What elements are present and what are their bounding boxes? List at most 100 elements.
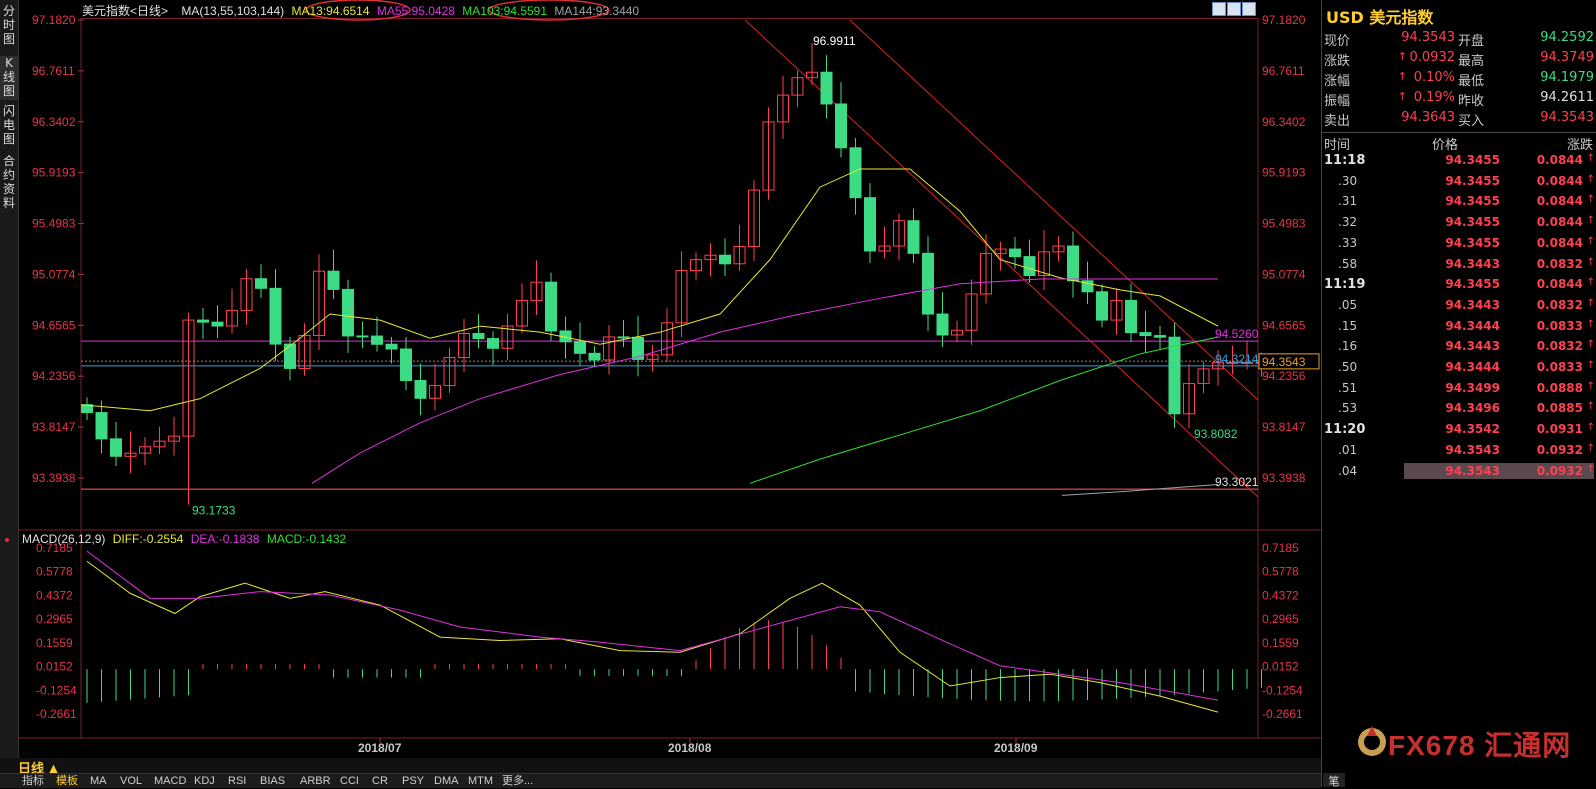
tick-time: 11:19 xyxy=(1324,277,1366,293)
indicator-tab[interactable]: PSY xyxy=(402,774,424,788)
indicator-tab[interactable]: 更多... xyxy=(502,774,533,788)
ma55-line xyxy=(311,278,1218,484)
tick-time: .53 xyxy=(1338,401,1358,416)
indicator-tab[interactable]: MACD xyxy=(154,774,186,788)
period-button[interactable]: 日线 ▲ xyxy=(18,758,59,777)
channel-line-upper xyxy=(849,19,1259,401)
tick-change: 0.0832 xyxy=(1536,339,1583,354)
price-tick-right: 93.8147 xyxy=(1262,420,1306,434)
price-tick-left: 96.7611 xyxy=(32,64,75,78)
candle-down xyxy=(719,254,731,265)
price-tick-left: 93.8147 xyxy=(32,420,76,434)
macd-diff-line xyxy=(86,560,1219,713)
magenta-level-label: 94.5260 xyxy=(1215,327,1259,341)
tick-row[interactable]: .33 94.3455 0.0844 ↑ xyxy=(1322,236,1596,257)
ticks-header-change: 涨跌 xyxy=(1566,138,1593,153)
indicator-tab[interactable]: BIAS xyxy=(260,774,285,788)
tick-change: 0.0844 xyxy=(1536,194,1583,209)
indicator-tab[interactable]: VOL xyxy=(120,774,142,788)
tick-time: .15 xyxy=(1338,318,1358,333)
candle-down xyxy=(414,380,427,399)
tick-row[interactable]: .50 94.3444 0.0833 ↑ xyxy=(1322,360,1596,381)
indicator-bar: 指标 模板 MA VOL MACD KDJ RSI BIAS ARBR CCI CR PSY DMA MT… xyxy=(0,773,1321,788)
tick-price: 94.3496 xyxy=(1445,401,1500,416)
ma144-value: MA144:93.3440 xyxy=(554,4,640,18)
price-tick-right: 95.4983 xyxy=(1262,217,1306,231)
tick-row[interactable]: .32 94.3455 0.0844 ↑ xyxy=(1322,215,1596,236)
tick-row[interactable]: .15 94.3444 0.0833 ↑ xyxy=(1322,319,1596,340)
quote-l2: 最高 xyxy=(1458,54,1485,69)
candle-down xyxy=(356,335,369,338)
quote-row: 涨幅 0.10% ↑ 最低 94.1979 xyxy=(1322,70,1596,90)
blue-level-label: 94.3214 xyxy=(1215,352,1259,366)
indicator-tab[interactable]: CR xyxy=(372,774,388,788)
indicator-tab[interactable]: MTM xyxy=(468,774,493,788)
tick-price: 94.3455 xyxy=(1445,153,1500,167)
tick-time: .50 xyxy=(1338,360,1358,374)
tick-time: .01 xyxy=(1338,442,1358,457)
tick-row[interactable]: .16 94.3443 0.0832 ↑ xyxy=(1322,339,1596,360)
candle-down xyxy=(284,343,296,369)
up-arrow-icon: ↑ xyxy=(1586,442,1595,454)
indicator-tab[interactable]: 模板 xyxy=(56,774,78,788)
candle-down xyxy=(907,220,920,254)
zoom-in-icon[interactable] xyxy=(1212,2,1226,16)
quote-v2: 94.3749 xyxy=(1540,50,1594,65)
price-tick-right: 94.6565 xyxy=(1262,318,1306,332)
low-annotation: 93.1733 xyxy=(192,504,236,518)
tick-change: 0.0833 xyxy=(1536,318,1583,333)
close-icon[interactable] xyxy=(1242,2,1256,16)
candle-down xyxy=(1168,336,1181,415)
tick-time: .16 xyxy=(1338,339,1358,354)
draw-pen-button[interactable]: 笔 xyxy=(1323,773,1345,788)
tick-change: 0.0844 xyxy=(1536,215,1583,230)
indicator-tab[interactable]: 指标 xyxy=(22,774,44,788)
indicator-tab[interactable]: MA xyxy=(90,774,107,788)
candle-down xyxy=(835,103,847,149)
candle-down xyxy=(617,336,630,339)
tick-change: 0.0932 xyxy=(1536,463,1583,478)
tick-row[interactable]: 11:20 94.3542 0.0931 ↑ xyxy=(1322,422,1596,443)
indicator-tab[interactable]: KDJ xyxy=(194,774,215,788)
tick-row[interactable]: .31 94.3455 0.0844 ↑ xyxy=(1322,194,1596,215)
indicator-tab[interactable]: RSI xyxy=(228,774,246,788)
tick-row[interactable]: .30 94.3455 0.0844 ↑ xyxy=(1322,174,1596,195)
candle-down xyxy=(545,281,557,332)
tick-row[interactable]: .53 94.3496 0.0885 ↑ xyxy=(1322,401,1596,422)
candle-down xyxy=(936,313,949,336)
ticks-header: 时间 价格 涨跌 xyxy=(1322,132,1596,153)
tick-row[interactable]: .01 94.3543 0.0932 ↑ xyxy=(1322,443,1596,464)
tick-change: 0.0931 xyxy=(1536,422,1583,437)
up-arrow-icon: ↑ xyxy=(1586,463,1595,475)
up-arrow-icon: ↑ xyxy=(1397,90,1407,103)
up-arrow-icon: ↑ xyxy=(1586,173,1595,185)
chart-frame-top xyxy=(81,18,1258,19)
quote-title: USD 美元指数 xyxy=(1326,8,1434,27)
tick-row[interactable]: .58 94.3443 0.0832 ↑ xyxy=(1322,257,1596,278)
indicator-tab[interactable]: ARBR xyxy=(300,774,331,788)
price-tick-right: 95.9193 xyxy=(1262,166,1306,180)
kline-chart[interactable]: 97.1820 97.1820 96.7611 96.7611 96.3402 96.34… xyxy=(0,0,1321,758)
tick-change: 0.0833 xyxy=(1536,360,1583,374)
indicator-tab[interactable]: DMA xyxy=(434,774,458,788)
tick-row[interactable]: .04 94.3543 0.0932 ↑ xyxy=(1322,462,1596,485)
tick-change: 0.0885 xyxy=(1536,401,1583,416)
macd-tick-right: 0.2965 xyxy=(1262,612,1299,626)
candle-down xyxy=(211,321,224,327)
candle-down xyxy=(342,288,354,337)
tick-price: 94.3443 xyxy=(1445,297,1500,312)
quote-v: 94.3543 xyxy=(1401,30,1455,45)
quote-v: 0.10% xyxy=(1413,70,1455,85)
tick-row[interactable]: .05 94.3443 0.0832 ↑ xyxy=(1322,298,1596,319)
zoom-out-icon[interactable] xyxy=(1227,2,1241,16)
up-arrow-icon: ↑ xyxy=(1586,256,1595,268)
tick-row[interactable]: 11:19 94.3455 0.0844 ↑ xyxy=(1322,277,1596,298)
indicator-tab[interactable]: CCI xyxy=(340,774,359,788)
price-tick-right: 95.0774 xyxy=(1262,267,1306,281)
candle-down xyxy=(327,270,340,290)
candle-down xyxy=(864,197,876,252)
tick-row[interactable]: 11:18 94.3455 0.0844 ↑ xyxy=(1322,153,1596,174)
price-tick-left: 96.3402 xyxy=(32,115,76,129)
logo-text: FX678 汇通网 xyxy=(1388,730,1572,761)
tick-row[interactable]: .51 94.3499 0.0888 ↑ xyxy=(1322,381,1596,402)
